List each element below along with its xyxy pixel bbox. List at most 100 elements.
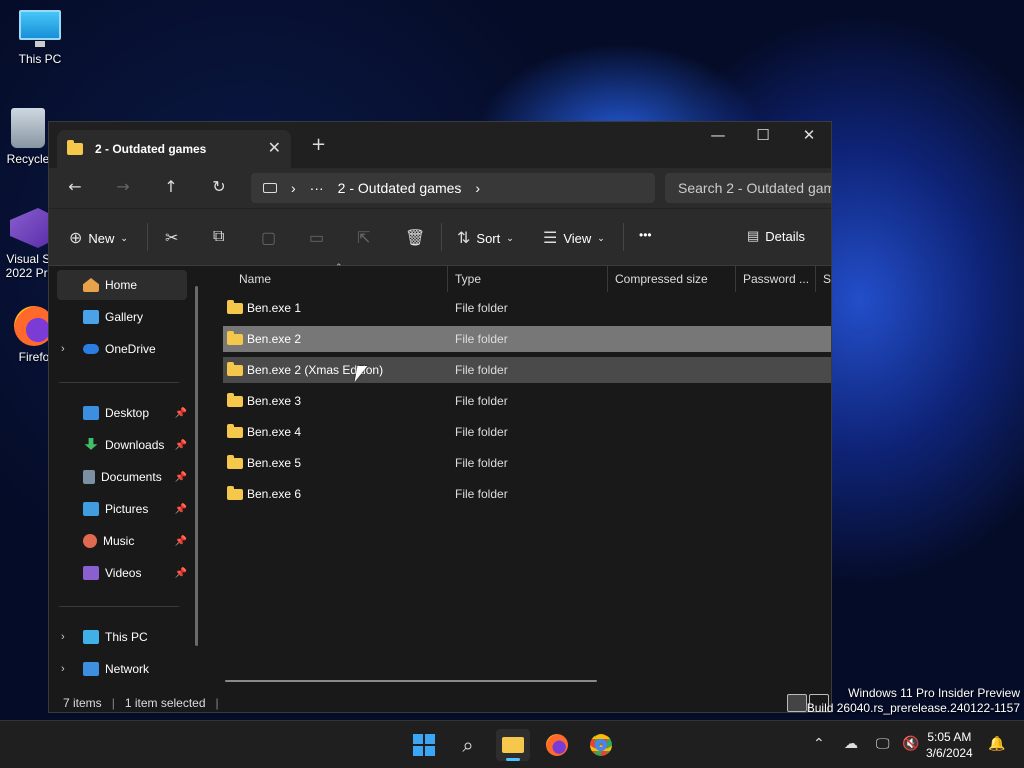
pin-icon[interactable]: 📌 (175, 568, 187, 579)
desktop-icon-this-pc[interactable]: This PC (0, 10, 80, 66)
tab-outdated-games[interactable]: 2 - Outdated games ✕ (57, 130, 291, 168)
minimize-button[interactable]: — (695, 126, 741, 144)
pin-icon[interactable]: 📌 (175, 472, 187, 483)
sidebar-item-videos[interactable]: Videos 📌 (57, 558, 187, 588)
column-divider[interactable] (815, 266, 816, 292)
pin-icon[interactable]: 📌 (175, 536, 187, 547)
breadcrumb-folder[interactable]: 2 - Outdated games (338, 180, 462, 196)
sidebar-item-home[interactable]: Home (57, 270, 187, 300)
maximize-button[interactable]: ☐ (740, 126, 786, 144)
close-window-button[interactable]: ✕ (786, 126, 831, 144)
view-button[interactable]: ☰ View ⌄ (543, 228, 605, 248)
column-divider[interactable] (607, 266, 608, 292)
volume-muted-icon[interactable]: 🔇 (902, 736, 919, 752)
list-item[interactable]: Ben.exe 2 (Xmas Edition) File folder (223, 357, 831, 383)
more-options-button[interactable]: ••• (639, 228, 652, 242)
sidebar-item-pictures[interactable]: Pictures 📌 (57, 494, 187, 524)
copy-button[interactable]: ⧉ (213, 228, 224, 246)
breadcrumb-more[interactable]: ··· (310, 180, 324, 196)
start-button[interactable] (407, 729, 441, 761)
copy-icon: ⧉ (213, 228, 225, 245)
refresh-button[interactable]: ↻ (207, 177, 231, 196)
notification-bell-icon[interactable]: 🔔 (988, 736, 1005, 752)
column-headers: Name ⌃ Type Compressed size Password ...… (207, 262, 831, 292)
clock[interactable]: 5:05 AM 3/6/2024 (926, 729, 973, 761)
cloud-icon (83, 344, 99, 354)
pin-icon[interactable]: 📌 (175, 440, 187, 451)
chevron-down-icon: ⌄ (120, 232, 128, 243)
new-button[interactable]: ⊕ New ⌄ (69, 228, 128, 248)
onedrive-offline-icon[interactable]: ☁ (844, 736, 858, 752)
list-item[interactable]: Ben.exe 3 File folder (223, 388, 831, 414)
chevron-down-icon: ⌄ (506, 232, 514, 243)
list-item[interactable]: Ben.exe 1 File folder (223, 295, 831, 321)
chevron-right-icon[interactable]: › (61, 343, 65, 355)
network-icon[interactable]: 🖵 (876, 736, 890, 752)
pin-icon[interactable]: 📌 (175, 408, 187, 419)
sidebar-item-this-pc[interactable]: › This PC (57, 622, 187, 652)
search-button[interactable]: ⌕ (451, 729, 485, 761)
pin-icon[interactable]: 📌 (175, 504, 187, 515)
chevron-right-icon[interactable]: › (61, 631, 65, 643)
close-tab-icon[interactable]: ✕ (268, 138, 281, 157)
chevron-right-icon[interactable]: › (475, 180, 480, 196)
list-item[interactable]: Ben.exe 6 File folder (223, 481, 831, 507)
folder-icon (227, 424, 243, 438)
folder-icon (227, 393, 243, 407)
sidebar-item-documents[interactable]: Documents 📌 (57, 462, 187, 492)
back-button[interactable]: ← (63, 177, 87, 196)
list-item[interactable]: Ben.exe 5 File folder (223, 450, 831, 476)
sidebar-item-network[interactable]: › Network (57, 654, 187, 684)
delete-button[interactable]: 🗑 (405, 228, 425, 248)
column-header-type[interactable]: Type (455, 272, 481, 286)
share-button[interactable]: ⇱ (357, 228, 370, 248)
chevron-right-icon[interactable]: › (61, 663, 65, 675)
paste-button[interactable]: ▢ (261, 228, 276, 248)
clock-date: 3/6/2024 (926, 746, 973, 760)
sidebar-item-label: Gallery (105, 310, 144, 324)
details-view-icon[interactable] (787, 694, 807, 712)
chrome-icon (590, 734, 612, 756)
sidebar-item-onedrive[interactable]: › OneDrive (57, 334, 187, 364)
search-input[interactable]: Search 2 - Outdated games (665, 173, 831, 203)
up-button[interactable]: ↑ (159, 177, 183, 196)
forward-button[interactable]: → (111, 177, 135, 196)
list-item[interactable]: Ben.exe 4 File folder (223, 419, 831, 445)
folder-icon (227, 486, 243, 500)
recycle-bin-icon (11, 108, 45, 148)
sidebar-item-downloads[interactable]: Downloads 📌 (57, 430, 187, 460)
sidebar-item-gallery[interactable]: Gallery (57, 302, 187, 332)
visual-studio-icon (10, 208, 50, 248)
navigation-bar: ← → ↑ ↻ › ··· 2 - Outdated games › Searc… (49, 168, 831, 208)
taskbar-file-explorer[interactable] (496, 729, 530, 761)
watermark-edition: Windows 11 Pro Insider Preview (848, 686, 1020, 700)
sidebar-scrollbar[interactable] (195, 286, 198, 646)
column-header-compressed-size[interactable]: Compressed size (615, 272, 708, 286)
sort-ascending-icon: ⌃ (335, 262, 343, 272)
column-header-password[interactable]: Password ... (743, 272, 809, 286)
address-bar[interactable]: › ··· 2 - Outdated games › (251, 173, 655, 203)
column-header-name[interactable]: Name (239, 272, 271, 286)
details-button[interactable]: ▤ Details (747, 228, 805, 244)
sort-button[interactable]: ⇅ Sort ⌄ (457, 228, 514, 248)
clipboard-icon: ▢ (261, 230, 277, 247)
sidebar-item-desktop[interactable]: Desktop 📌 (57, 398, 187, 428)
column-divider[interactable] (447, 266, 448, 292)
rename-button[interactable]: ▭ (309, 228, 324, 248)
file-type: File folder (455, 332, 508, 346)
sidebar-item-music[interactable]: Music 📌 (57, 526, 187, 556)
list-item[interactable]: Ben.exe 2 File folder (223, 326, 831, 352)
file-name: Ben.exe 6 (247, 487, 302, 501)
taskbar-chrome[interactable] (584, 729, 618, 761)
column-divider[interactable] (735, 266, 736, 292)
taskbar-firefox[interactable] (540, 729, 574, 761)
column-header-size[interactable]: Si (823, 272, 831, 286)
horizontal-scrollbar[interactable] (225, 680, 597, 682)
sidebar-item-label: Home (105, 278, 138, 292)
file-explorer-window: 2 - Outdated games ✕ + — ☐ ✕ ← → ↑ ↻ › ·… (48, 121, 832, 713)
view-button-label: View (563, 230, 592, 246)
new-tab-button[interactable]: + (311, 134, 326, 155)
chevron-up-icon[interactable]: ⌃ (813, 736, 825, 752)
music-icon (83, 534, 97, 548)
cut-button[interactable]: ✂ (165, 228, 178, 248)
